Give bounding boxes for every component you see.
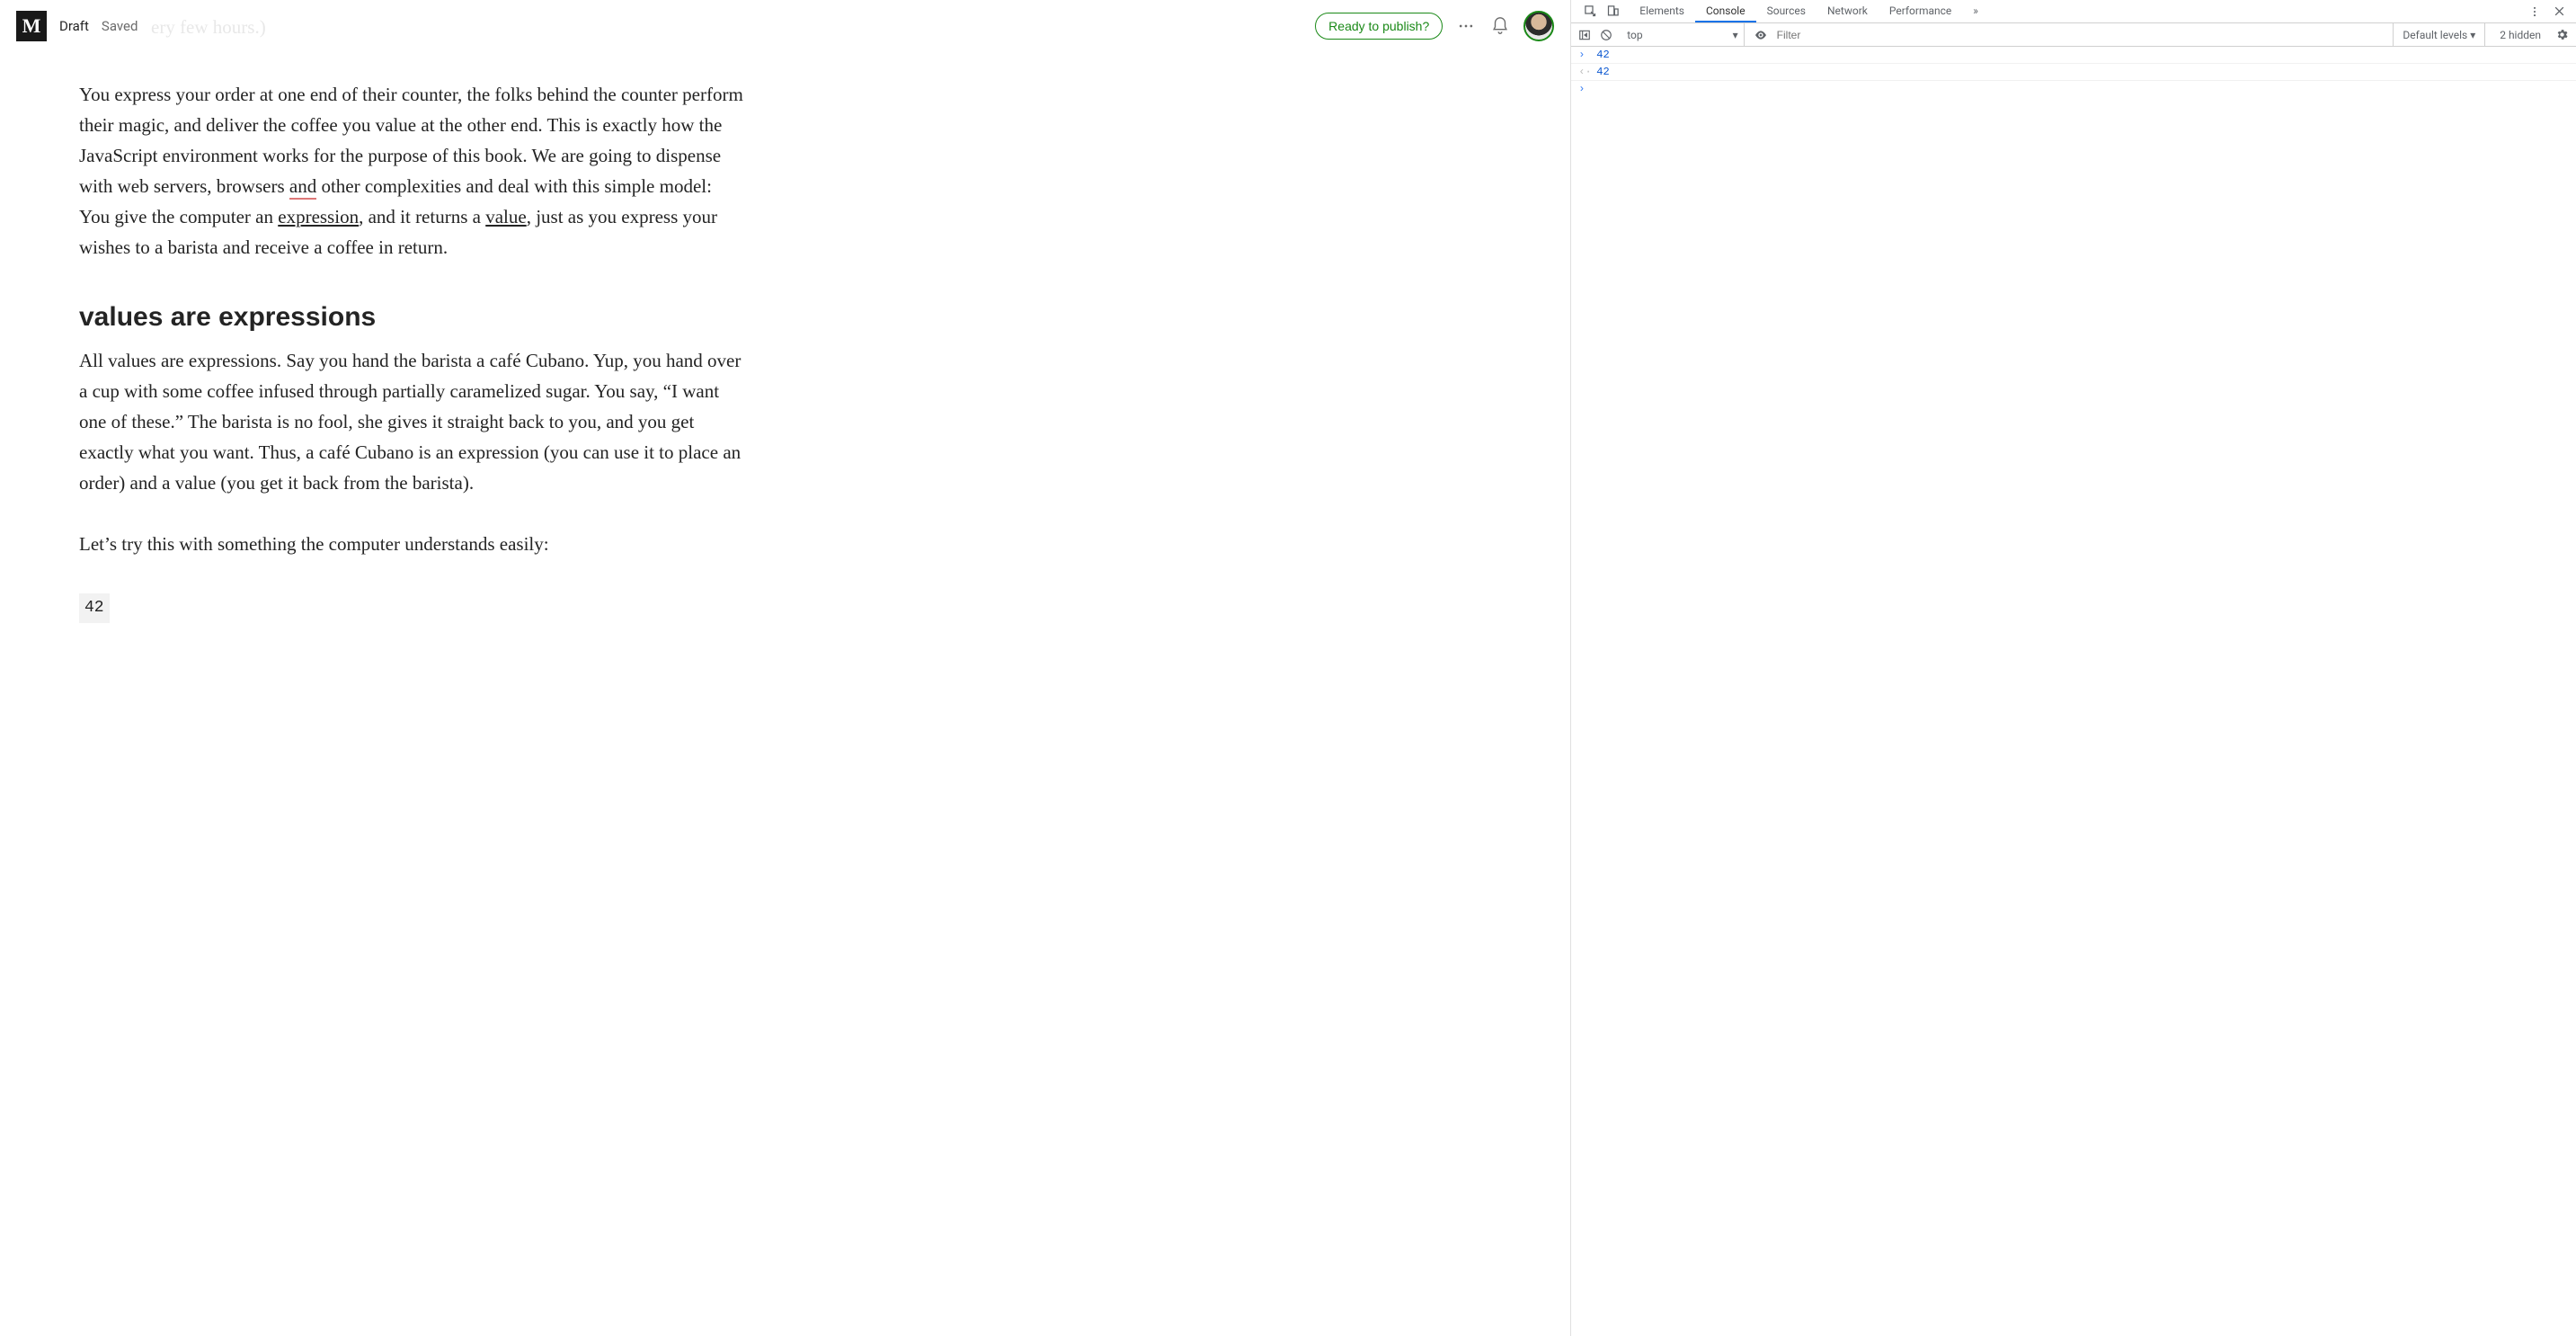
inspect-element-icon[interactable] — [1584, 4, 1597, 18]
tab-network[interactable]: Network — [1817, 0, 1879, 22]
prompt-arrow-icon: › — [1578, 83, 1587, 95]
tab-performance[interactable]: Performance — [1879, 0, 1962, 22]
medium-editor-pane: M Draft Saved ery few hours.) Ready to p… — [0, 0, 1571, 1336]
code-block[interactable]: 42 — [79, 590, 744, 623]
draft-status: Draft — [59, 18, 89, 34]
output-arrow-icon: ‹· — [1578, 66, 1587, 78]
publish-button[interactable]: Ready to publish? — [1315, 13, 1443, 40]
notifications-icon[interactable] — [1489, 15, 1511, 37]
p1-text-c: , and it returns a — [359, 206, 485, 227]
device-toolbar-icon[interactable] — [1606, 4, 1620, 18]
log-levels-selector[interactable]: Default levels ▾ — [2393, 23, 2485, 46]
hidden-count[interactable]: 2 hidden — [2494, 29, 2546, 41]
live-expression-icon[interactable] — [1754, 28, 1768, 42]
devtools-pane: Elements Console Sources Network Perform… — [1571, 0, 2576, 1336]
medium-logo[interactable]: M — [16, 11, 47, 41]
clear-console-icon[interactable] — [1600, 29, 1612, 41]
more-options-icon[interactable] — [1455, 15, 1477, 37]
ghost-prev-text: ery few hours.) — [151, 16, 266, 39]
tab-sources[interactable]: Sources — [1756, 0, 1817, 22]
devtools-close-icon[interactable] — [2554, 5, 2565, 18]
console-toolbar: top ▾ Default levels ▾ 2 hidden — [1571, 23, 2576, 47]
context-selector[interactable]: top ▾ — [1621, 23, 1744, 46]
p1-value-link[interactable]: value — [485, 206, 526, 227]
medium-header: M Draft Saved ery few hours.) Ready to p… — [0, 0, 1570, 52]
chevron-down-icon: ▾ — [2470, 29, 2475, 41]
tab-overflow-icon[interactable]: » — [1962, 0, 1989, 22]
console-prompt[interactable]: › — [1571, 81, 2576, 97]
paragraph-1[interactable]: You express your order at one end of the… — [79, 79, 744, 263]
section-heading[interactable]: values are expressions — [79, 302, 744, 333]
avatar[interactable] — [1523, 11, 1554, 41]
paragraph-2[interactable]: All values are expressions. Say you hand… — [79, 345, 744, 498]
p1-and-flagged: and — [289, 175, 316, 200]
code-42: 42 — [79, 593, 110, 623]
input-arrow-icon: › — [1578, 49, 1587, 61]
console-output: › 42 ‹· 42 › — [1571, 47, 2576, 1336]
console-input-row: › 42 — [1571, 47, 2576, 64]
console-input-value: 42 — [1596, 49, 1609, 61]
console-filter-input[interactable] — [1777, 29, 2385, 41]
console-sidebar-toggle-icon[interactable] — [1578, 29, 1591, 41]
devtools-tabbar: Elements Console Sources Network Perform… — [1571, 0, 2576, 23]
chevron-down-icon: ▾ — [1733, 29, 1738, 41]
tab-console[interactable]: Console — [1695, 0, 1756, 22]
context-label: top — [1627, 29, 1642, 41]
levels-label: Default levels — [2403, 29, 2467, 41]
saved-status: Saved — [102, 18, 138, 34]
editor-body[interactable]: You express your order at one end of the… — [0, 52, 1570, 1336]
paragraph-3[interactable]: Let’s try this with something the comput… — [79, 529, 744, 559]
p1-expression-link[interactable]: expression — [278, 206, 359, 227]
devtools-menu-icon[interactable] — [2528, 5, 2541, 18]
tab-elements[interactable]: Elements — [1629, 0, 1695, 22]
console-settings-icon[interactable] — [2555, 28, 2569, 41]
console-output-row: ‹· 42 — [1571, 64, 2576, 81]
console-output-value: 42 — [1596, 66, 1609, 78]
